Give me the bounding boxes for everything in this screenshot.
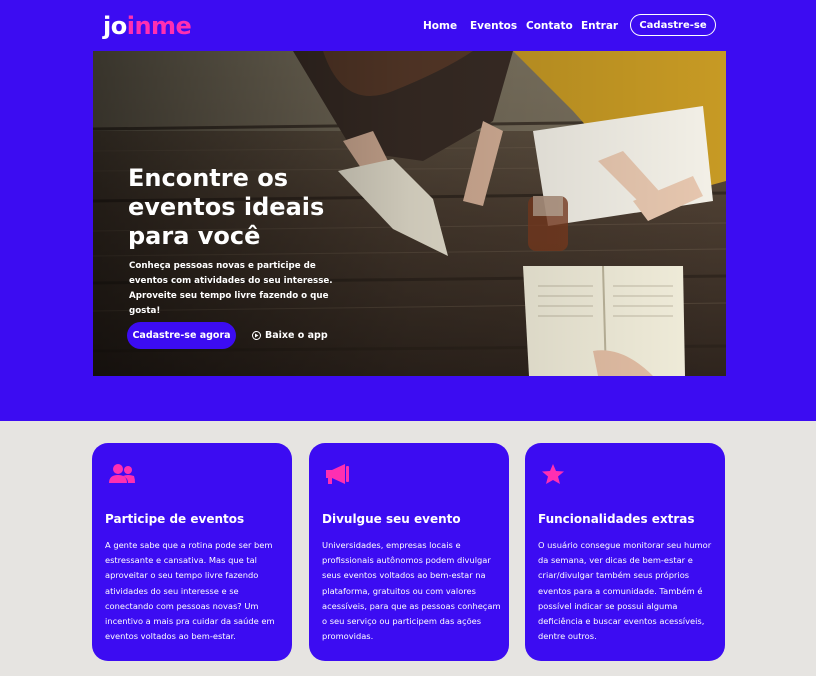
users-icon	[108, 463, 136, 489]
feature-title: Funcionalidades extras	[538, 512, 695, 526]
star-icon	[541, 463, 565, 489]
hero-title: Encontre os eventos ideais para você	[128, 164, 325, 250]
feature-title: Participe de eventos	[105, 512, 245, 526]
play-circle-icon	[252, 331, 261, 340]
nav-contato-link[interactable]: Contato	[526, 20, 573, 32]
download-app-label: Baixe o app	[265, 330, 328, 341]
download-app-link[interactable]: Baixe o app	[252, 330, 328, 341]
signup-now-button[interactable]: Cadastre-se agora	[127, 322, 236, 349]
signup-button[interactable]: Cadastre-se	[630, 14, 716, 36]
feature-card-participe: Participe de eventos A gente sabe que a …	[92, 443, 292, 661]
feature-text: A gente sabe que a rotina pode ser bem e…	[105, 540, 275, 642]
feature-text: Universidades, empresas locais e profiss…	[322, 540, 501, 642]
feature-card-divulgue: Divulgue seu evento Universidades, empre…	[309, 443, 509, 661]
feature-card-funcionalidades: Funcionalidades extras O usuário consegu…	[525, 443, 725, 661]
hero-description: Conheça pessoas novas e participe de eve…	[129, 261, 333, 316]
nav-entrar-link[interactable]: Entrar	[581, 20, 618, 32]
nav-home-link[interactable]: Home	[423, 20, 457, 32]
feature-title: Divulgue seu evento	[322, 512, 461, 526]
nav-eventos-link[interactable]: Eventos	[470, 20, 517, 32]
megaphone-icon	[325, 463, 351, 489]
joinme-logo[interactable]: joinme	[103, 12, 192, 40]
feature-text: O usuário consegue monitorar seu humor d…	[538, 540, 712, 642]
